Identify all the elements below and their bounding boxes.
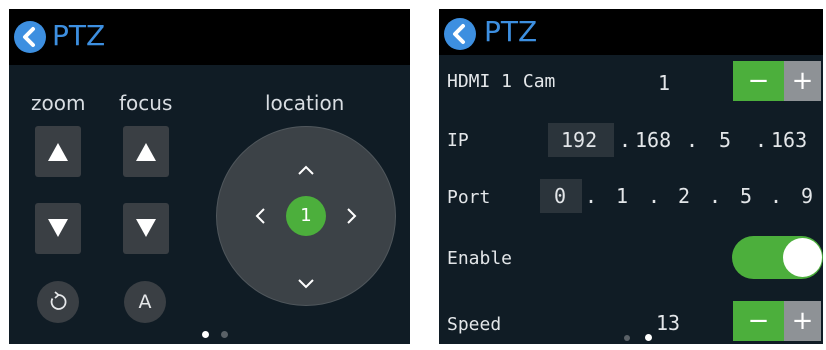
header-bar: PTZ: [439, 9, 823, 55]
triangle-up-icon: [136, 143, 156, 161]
toggle-knob: [783, 238, 822, 277]
header-bar: PTZ: [9, 9, 410, 65]
port-digit-1: 0: [554, 184, 567, 208]
page-indicator-dot[interactable]: [645, 334, 652, 341]
hdmi-plus-button[interactable]: +: [784, 61, 821, 101]
speed-value: 13: [656, 311, 681, 335]
chevron-left-icon[interactable]: [253, 206, 267, 226]
port-digit-2[interactable]: 1: [616, 184, 628, 208]
minus-icon: −: [747, 66, 770, 96]
port-separator: .: [770, 184, 783, 208]
ip-octet-2[interactable]: 168: [635, 128, 671, 152]
port-separator: .: [648, 184, 661, 208]
page-indicator-dot[interactable]: [221, 331, 228, 338]
ip-octet-4[interactable]: 163: [771, 128, 807, 152]
ptz-settings-panel: PTZ HDMI 1 Cam 1 − + IP 192 . 168 . 5 . …: [439, 9, 823, 344]
autofocus-button[interactable]: A: [124, 281, 166, 323]
zoom-label: zoom: [31, 91, 86, 115]
location-label: location: [265, 91, 345, 115]
ip-label: IP: [447, 130, 469, 151]
focus-out-button[interactable]: [123, 203, 169, 254]
ip-separator: .: [755, 128, 768, 152]
chevron-down-icon[interactable]: [296, 277, 316, 291]
speed-stepper: − +: [733, 301, 821, 341]
port-digit-4[interactable]: 5: [740, 184, 752, 208]
port-digit-5[interactable]: 9: [801, 184, 813, 208]
enable-toggle[interactable]: [732, 236, 823, 279]
ip-separator: .: [619, 128, 632, 152]
speed-label: Speed: [447, 314, 502, 335]
zoom-out-button[interactable]: [35, 203, 81, 254]
page-indicator-dot[interactable]: [624, 335, 630, 341]
hdmi-cam-label: HDMI 1 Cam: [447, 71, 556, 92]
chevron-left-icon: [23, 27, 35, 47]
focus-in-button[interactable]: [123, 126, 169, 177]
triangle-down-icon: [48, 219, 68, 237]
location-joystick[interactable]: 1: [216, 126, 396, 306]
port-label: Port: [447, 187, 491, 208]
speed-minus-button[interactable]: −: [733, 301, 784, 341]
hdmi-cam-stepper: − +: [733, 61, 821, 101]
plus-icon: +: [791, 306, 814, 336]
reset-button[interactable]: [37, 281, 79, 323]
port-separator: .: [585, 184, 598, 208]
chevron-left-icon: [453, 24, 465, 44]
zoom-in-button[interactable]: [35, 126, 81, 177]
plus-icon: +: [791, 66, 814, 96]
focus-label: focus: [119, 91, 173, 115]
enable-label: Enable: [447, 248, 513, 269]
rotate-ccw-icon: [50, 291, 67, 310]
triangle-up-icon: [48, 143, 68, 161]
minus-icon: −: [747, 306, 770, 336]
joystick-center-button[interactable]: 1: [286, 196, 326, 236]
ip-octet-3[interactable]: 5: [719, 128, 731, 152]
hdmi-cam-value: 1: [658, 71, 671, 95]
back-button[interactable]: [14, 21, 46, 53]
page-indicator-dot[interactable]: [202, 331, 209, 338]
page-title: PTZ: [52, 19, 106, 52]
ptz-control-panel: PTZ zoom focus location A 1: [9, 9, 410, 344]
port-digit-field[interactable]: 0: [540, 179, 582, 213]
ip-separator: .: [686, 128, 699, 152]
ip-octet-1: 192: [561, 128, 598, 152]
speed-plus-button[interactable]: +: [784, 301, 821, 341]
back-button[interactable]: [444, 18, 476, 50]
ip-octet-field[interactable]: 192: [548, 123, 614, 157]
page-title: PTZ: [484, 15, 538, 48]
chevron-up-icon[interactable]: [296, 163, 316, 177]
triangle-down-icon: [136, 219, 156, 237]
hdmi-minus-button[interactable]: −: [733, 61, 784, 101]
chevron-right-icon[interactable]: [345, 206, 359, 226]
port-separator: .: [709, 184, 722, 208]
port-digit-3[interactable]: 2: [678, 184, 690, 208]
